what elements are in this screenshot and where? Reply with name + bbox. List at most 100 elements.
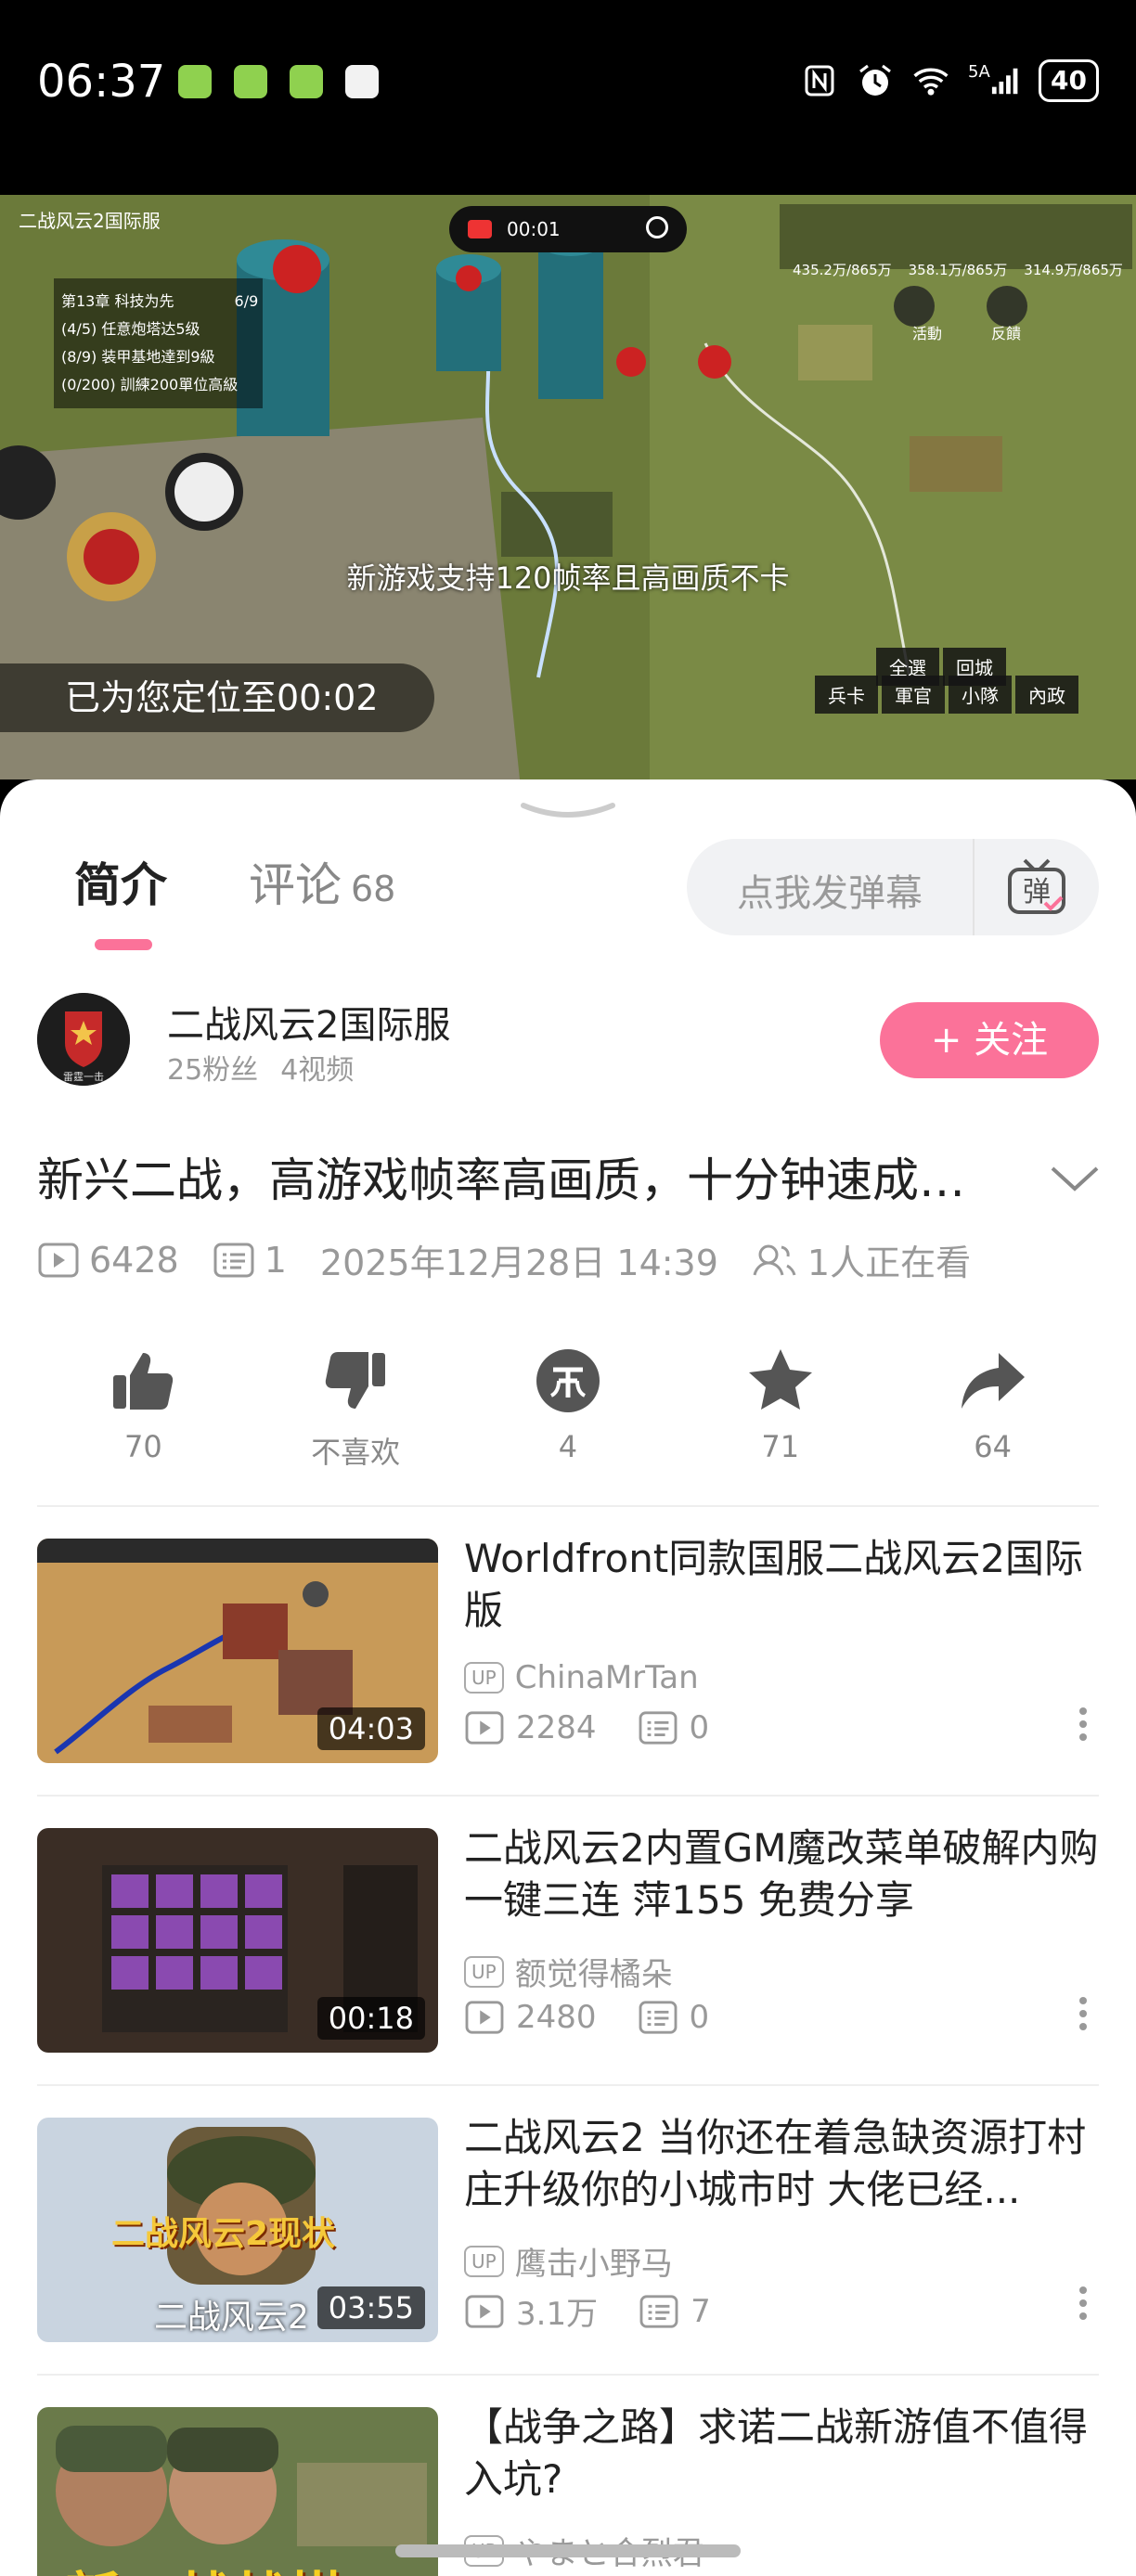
divider <box>37 2374 1099 2376</box>
uploader-row: UP ChinaMrTan <box>464 1659 699 1696</box>
up-badge-icon: UP <box>464 1662 504 1694</box>
uploader-row: UP 额觉得橘朵 <box>464 1949 673 1994</box>
record-icon <box>468 220 492 238</box>
notification-app-icon <box>290 65 323 98</box>
play-count-icon <box>465 2001 504 2034</box>
game-side-label: 活動 <box>912 325 943 342</box>
video-detail-sheet: 简介 评论 68 点我发弹幕 弹 雷霆一击 二战风云2国际服 25粉丝 4视频 + … <box>0 779 1136 2576</box>
tab-active-indicator <box>95 939 152 950</box>
game-resource-bar: 435.2万/865万 358.1万/865万 314.9万/865万 <box>793 262 1123 278</box>
share-button[interactable]: 64 <box>919 1346 1067 1472</box>
danmaku-tv-icon: 弹 <box>1008 858 1065 914</box>
alarm-icon <box>857 62 894 99</box>
play-count-icon <box>38 1243 79 1277</box>
favorite-button[interactable]: 71 <box>706 1346 855 1472</box>
video-thumbnail[interactable]: 04:03 <box>37 1539 438 1763</box>
author-stats: 25粉丝 4视频 <box>167 1054 355 1087</box>
follow-button[interactable]: + 关注 <box>880 1002 1099 1078</box>
thumbnail-text: 二战风云2 <box>154 2299 309 2337</box>
thumbs-down-icon <box>325 1352 386 1409</box>
uploader-name: 鹰击小野马 <box>514 2246 673 2283</box>
share-arrow-icon <box>961 1353 1025 1409</box>
recommended-video-item[interactable]: 00:18 二战风云2内置GM魔改菜单破解内购 一键三连 萍155 免费分享 U… <box>37 1825 1099 2053</box>
svg-text:雷霆一击: 雷霆一击 <box>63 1071 104 1083</box>
recommended-video-title[interactable]: 二战风云2内置GM魔改菜单破解内购 一键三连 萍155 免费分享 <box>464 1823 1114 1926</box>
watching-count: 1人正在看 <box>807 1243 972 1283</box>
author-avatar-icon: 雷霆一击 <box>37 993 130 1086</box>
tab-intro[interactable]: 简介 <box>74 848 167 915</box>
coin-icon <box>536 1349 600 1412</box>
video-title[interactable]: 新兴二战，高游戏帧率高画质，十分钟速成大佬级别打法 <box>37 1143 1002 1210</box>
thumbnail-text: 二战风云2现状 <box>111 2215 336 2253</box>
danmaku-count-icon <box>639 1711 677 1745</box>
avatar[interactable]: 雷霆一击 <box>37 993 130 1086</box>
danmaku-input-box[interactable]: 点我发弹幕 弹 <box>687 839 1099 935</box>
video-stats-row: 2480 0 <box>464 1999 709 2036</box>
video-game-header: 二战风云2国际服 <box>19 210 161 232</box>
uploader-row: UP 鹰击小野马 <box>464 2238 673 2284</box>
wifi-icon <box>912 62 949 99</box>
notification-app-icon <box>234 65 267 98</box>
home-indicator[interactable] <box>395 2544 741 2557</box>
divider <box>37 1505 1099 1507</box>
recommended-video-title[interactable]: 二战风云2 当你还在着急缺资源打村庄升级你的小城市时 大佬已经... <box>464 2112 1114 2216</box>
video-meta-row: 6428 1 2025年12月28日 14:39 1人正在看 <box>37 1234 971 1285</box>
sheet-handle-icon[interactable] <box>520 802 616 820</box>
video-stats-row: 3.1万 7 <box>464 2288 711 2334</box>
video-duration: 04:03 <box>316 1707 425 1750</box>
video-thumbnail[interactable]: 二战风云2现状 二战风云2 03:55 <box>37 2118 438 2342</box>
uploader-name: ChinaMrTan <box>514 1659 699 1696</box>
play-count-icon <box>465 2294 504 2328</box>
divider <box>37 2084 1099 2086</box>
cellular-signal-icon: 5A <box>968 62 1020 99</box>
recommended-video-item[interactable]: 二战风云2现状 二战风云2 03:55 二战风云2 当你还在着急缺资源打村庄升级… <box>37 2115 1099 2342</box>
danmaku-input[interactable]: 点我发弹幕 <box>737 863 923 917</box>
divider <box>37 1795 1099 1797</box>
status-icons: 5A 40 <box>801 59 1099 102</box>
more-options-icon[interactable] <box>1078 1706 1088 1743</box>
battery-indicator: 40 <box>1039 59 1099 102</box>
recording-time: 00:01 <box>507 218 561 240</box>
screen-recording-indicator[interactable]: 00:01 <box>449 206 687 252</box>
video-thumbnail[interactable]: 00:18 <box>37 1828 438 2053</box>
more-options-icon[interactable] <box>1078 2285 1088 2322</box>
notification-app-icon <box>178 65 212 98</box>
coin-button[interactable]: 4 <box>494 1346 642 1472</box>
video-thumbnail[interactable]: 新二战战棋 <box>37 2407 438 2576</box>
status-bar: 06:37 5A 40 <box>0 0 1136 195</box>
video-subtitle: 新游戏支持120帧率且高画质不卡 <box>346 560 790 596</box>
more-options-icon[interactable] <box>1078 1995 1088 2032</box>
chevron-down-icon[interactable] <box>1049 1165 1101 1192</box>
up-badge-icon: UP <box>464 2245 504 2277</box>
watching-people-icon <box>753 1244 796 1275</box>
danmaku-count-icon <box>213 1243 254 1277</box>
danmaku-count-icon <box>639 2001 677 2034</box>
thumbnail-text: 新二战战棋 <box>65 2554 343 2576</box>
uploader-name: 额觉得橘朵 <box>514 1956 673 1993</box>
author-name[interactable]: 二战风云2国际服 <box>167 995 450 1049</box>
tab-comments[interactable]: 评论 68 <box>249 848 395 915</box>
game-side-label: 反饋 <box>991 325 1022 342</box>
danmaku-toggle-button[interactable]: 弹 <box>973 839 1099 935</box>
star-icon <box>748 1349 812 1410</box>
video-stats-row: 2284 0 <box>464 1709 709 1746</box>
video-player[interactable]: 二战风云2国际服 00:01 第13章 科技为先 6/9 (4/5) 任意炮塔达… <box>0 195 1136 779</box>
like-button[interactable]: 70 <box>69 1346 217 1472</box>
dislike-button[interactable]: 不喜欢 <box>281 1346 430 1472</box>
recommended-video-title[interactable]: 【战争之路】求诺二战新游值不值得入坑? <box>464 2402 1114 2505</box>
view-count: 6428 <box>89 1239 179 1281</box>
recommended-video-item[interactable]: 04:03 Worldfront同款国服二战风云2国际版 UP ChinaMrT… <box>37 1536 1099 1763</box>
stop-recording-icon[interactable] <box>646 216 668 238</box>
danmaku-count: 1 <box>264 1239 287 1281</box>
action-bar: 70 不喜欢 4 71 64 <box>37 1346 1099 1472</box>
resume-position-toast: 已为您定位至00:02 <box>0 663 434 732</box>
video-duration: 00:18 <box>316 1997 425 2040</box>
play-count-icon <box>465 1711 504 1745</box>
recommended-video-title[interactable]: Worldfront同款国服二战风云2国际版 <box>464 1533 1114 1637</box>
publish-date: 2025年12月28日 14:39 <box>319 1243 718 1283</box>
danmaku-count-icon <box>639 2294 678 2328</box>
video-duration: 03:55 <box>316 2286 425 2329</box>
status-time: 06:37 <box>37 56 166 108</box>
thumbnail-image <box>37 2407 438 2576</box>
notification-app-icon <box>345 65 379 98</box>
